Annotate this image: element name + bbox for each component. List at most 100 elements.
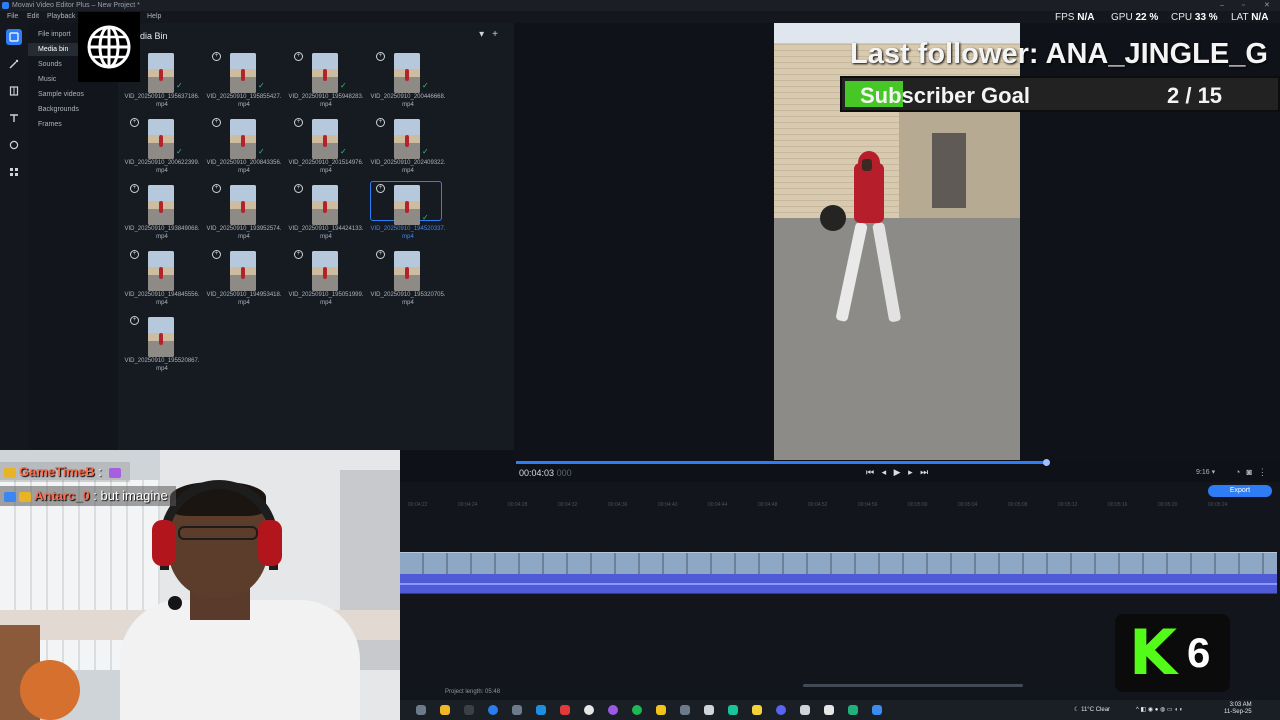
media-tile[interactable]: + ✓ VID_20250910_202409322.mp4: [370, 115, 446, 174]
add-to-timeline-icon[interactable]: +: [376, 118, 385, 127]
import-icon[interactable]: [6, 29, 22, 45]
add-icon[interactable]: +: [492, 29, 498, 40]
app-icon[interactable]: [680, 705, 690, 715]
playback-progress[interactable]: [516, 461, 1046, 464]
weather-widget[interactable]: ☾ 11°C Clear: [1074, 706, 1110, 713]
app-icon[interactable]: [728, 705, 738, 715]
media-tile[interactable]: + VID_20250910_195320705.mp4: [370, 247, 446, 306]
timeline-scrollbar[interactable]: [803, 684, 1023, 687]
maximize-icon[interactable]: ▫: [1242, 0, 1244, 11]
media-tile[interactable]: + ✓ VID_20250910_195855427.mp4: [206, 49, 282, 108]
playhead-knob[interactable]: [1043, 459, 1050, 466]
snapshot-icon[interactable]: ◙: [1246, 467, 1251, 477]
media-tile[interactable]: + ✓ VID_20250910_194520337.mp4: [370, 181, 446, 240]
spotify-icon[interactable]: [632, 705, 642, 715]
play-icon[interactable]: ▶: [894, 467, 901, 477]
preview-person-legs: [835, 221, 902, 333]
app-icon[interactable]: [800, 705, 810, 715]
media-tile[interactable]: + VID_20250910_194424133.mp4: [288, 181, 364, 240]
app-icon[interactable]: [848, 705, 858, 715]
notepad-icon[interactable]: [824, 705, 834, 715]
media-tile[interactable]: + VID_20250910_195051999.mp4: [288, 247, 364, 306]
media-thumbnail: [148, 251, 174, 291]
add-to-timeline-icon[interactable]: +: [212, 250, 221, 259]
media-tile[interactable]: + ✓ VID_20250910_201514976.mp4: [288, 115, 364, 174]
media-tile[interactable]: + ✓ VID_20250910_200622399.mp4: [124, 115, 200, 174]
media-bin-title: dia Bin: [140, 31, 168, 41]
menu-help[interactable]: Help: [147, 11, 161, 23]
discord-icon[interactable]: [776, 705, 786, 715]
app-icon[interactable]: [752, 705, 762, 715]
ruler-label: 00:04:28: [508, 502, 528, 508]
chrome-icon[interactable]: [488, 705, 498, 715]
media-tile[interactable]: + ✓ VID_20250910_195948283.mp4: [288, 49, 364, 108]
notion-icon[interactable]: [704, 705, 714, 715]
add-to-timeline-icon[interactable]: +: [294, 118, 303, 127]
add-to-timeline-icon[interactable]: +: [376, 184, 385, 193]
app-icon[interactable]: [464, 705, 474, 715]
titles-icon[interactable]: [6, 110, 22, 126]
app-icon[interactable]: [656, 705, 666, 715]
add-to-timeline-icon[interactable]: +: [130, 118, 139, 127]
add-to-timeline-icon[interactable]: +: [130, 250, 139, 259]
nav-backgrounds[interactable]: Backgrounds: [38, 106, 79, 113]
add-to-timeline-icon[interactable]: +: [376, 250, 385, 259]
media-tile[interactable]: + VID_20250910_195520867.mp4: [124, 313, 200, 372]
nav-frames[interactable]: Frames: [38, 121, 62, 128]
magic-wand-icon[interactable]: [6, 56, 22, 72]
add-to-timeline-icon[interactable]: +: [294, 52, 303, 61]
media-tile[interactable]: + ✓ VID_20250910_200446668.mp4: [370, 49, 446, 108]
stickers-icon[interactable]: [6, 137, 22, 153]
video-clip-track[interactable]: [400, 552, 1277, 574]
player-tools: ◔ ◙ ⋮: [1229, 467, 1267, 478]
timeline-ruler[interactable]: 00:04:22 00:04:24 00:04:28 00:04:32 00:04:36…: [400, 500, 1280, 510]
skip-end-icon[interactable]: ⏭: [920, 467, 928, 477]
app-icon[interactable]: [560, 705, 570, 715]
volume-icon[interactable]: ◔: [1235, 467, 1240, 477]
media-tile[interactable]: + VID_20250910_193849068.mp4: [124, 181, 200, 240]
export-button[interactable]: Export: [1208, 485, 1272, 497]
media-filename: VID_20250910_201514976.mp4: [288, 160, 364, 174]
tray-icons[interactable]: ^ ◧ ◉ ● ◍ ▭ ◖ ◐: [1136, 706, 1183, 713]
aspect-ratio-select[interactable]: 9:16 ▾: [1196, 468, 1215, 476]
add-to-timeline-icon[interactable]: +: [376, 52, 385, 61]
add-to-timeline-icon[interactable]: +: [212, 184, 221, 193]
nav-sample-videos[interactable]: Sample videos: [38, 91, 84, 98]
skip-start-icon[interactable]: ⏮: [866, 467, 874, 477]
media-tile[interactable]: + VID_20250910_194953418.mp4: [206, 247, 282, 306]
nav-music[interactable]: Music: [38, 76, 56, 83]
add-to-timeline-icon[interactable]: +: [212, 118, 221, 127]
nav-media-bin[interactable]: Media bin: [38, 46, 68, 53]
moon-icon: ☾: [1074, 707, 1080, 713]
nav-file-import[interactable]: File import: [38, 31, 71, 38]
app-icon[interactable]: [536, 705, 546, 715]
menu-edit[interactable]: Edit: [27, 11, 39, 23]
media-tile[interactable]: + VID_20250910_193952574.mp4: [206, 181, 282, 240]
filter-icon[interactable]: ▾: [479, 29, 484, 40]
step-back-icon[interactable]: ◂: [882, 467, 887, 477]
search-icon[interactable]: [416, 705, 426, 715]
media-tile[interactable]: + ✓ VID_20250910_200843356.mp4: [206, 115, 282, 174]
add-to-timeline-icon[interactable]: +: [212, 52, 221, 61]
more-tools-icon[interactable]: [6, 164, 22, 180]
add-to-timeline-icon[interactable]: +: [130, 184, 139, 193]
add-to-timeline-icon[interactable]: +: [130, 316, 139, 325]
app-icon[interactable]: [512, 705, 522, 715]
add-to-timeline-icon[interactable]: +: [294, 184, 303, 193]
file-explorer-icon[interactable]: [440, 705, 450, 715]
add-to-timeline-icon[interactable]: +: [294, 250, 303, 259]
close-icon[interactable]: ✕: [1264, 0, 1270, 11]
minimize-icon[interactable]: –: [1220, 0, 1224, 11]
media-tile[interactable]: + VID_20250910_194845556.mp4: [124, 247, 200, 306]
filters-icon[interactable]: [6, 83, 22, 99]
movavi-icon[interactable]: [872, 705, 882, 715]
clock[interactable]: 3:03 AM 11-Sep-25: [1224, 702, 1252, 716]
menu-playback[interactable]: Playback: [47, 11, 75, 23]
app-icon[interactable]: [584, 705, 594, 715]
menu-file[interactable]: File: [7, 11, 18, 23]
messenger-icon[interactable]: [608, 705, 618, 715]
media-thumbnail: [394, 53, 420, 93]
nav-sounds[interactable]: Sounds: [38, 61, 62, 68]
step-forward-icon[interactable]: ▸: [908, 467, 913, 477]
more-icon[interactable]: ⋮: [1258, 467, 1267, 477]
